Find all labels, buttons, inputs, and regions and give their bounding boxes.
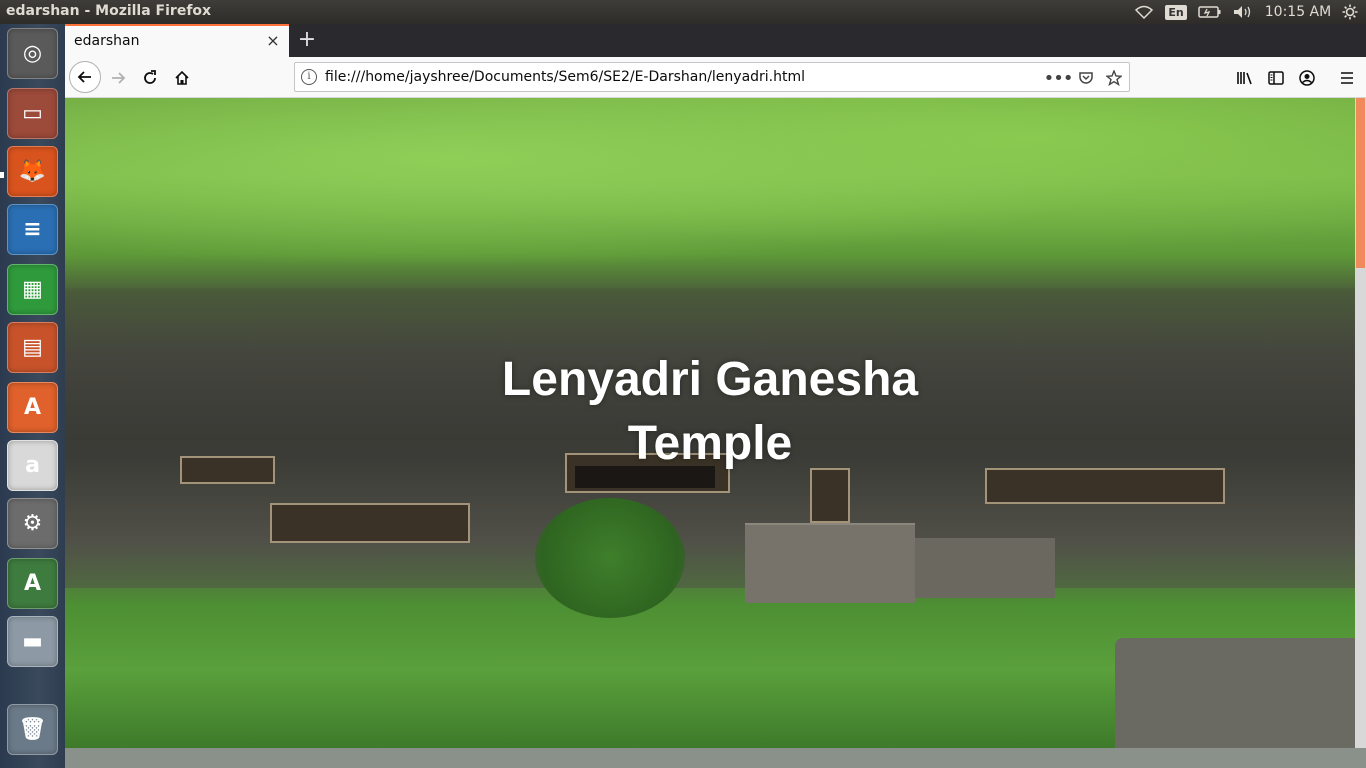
arrow-right-icon <box>112 72 126 84</box>
close-tab-icon[interactable]: × <box>263 31 283 51</box>
home-button[interactable] <box>167 63 197 93</box>
launcher-ubuntu-software-icon[interactable]: A <box>7 382 58 433</box>
back-button[interactable] <box>69 61 101 93</box>
scrollbar-thumb[interactable] <box>1356 98 1365 268</box>
launcher-firefox-icon[interactable]: 🦊 <box>7 146 58 197</box>
sidebar-button[interactable] <box>1261 63 1291 93</box>
battery-icon[interactable] <box>1197 0 1223 24</box>
home-icon <box>175 70 189 85</box>
account-icon <box>1299 70 1315 86</box>
launcher-libreoffice-writer-icon[interactable]: ≡ <box>7 204 58 255</box>
cave-opening <box>270 503 470 543</box>
library-button[interactable] <box>1230 63 1260 93</box>
keyboard-layout-label: En <box>1165 4 1187 20</box>
hero-image: Lenyadri Ganesha Temple <box>65 98 1355 748</box>
url-text[interactable]: file:///home/jayshree/Documents/Sem6/SE2… <box>325 69 805 85</box>
navigation-toolbar: i file:///home/jayshree/Documents/Sem6/S… <box>65 57 1366 98</box>
arrow-left-icon <box>77 71 91 83</box>
window-title: edarshan - Mozilla Firefox <box>6 3 212 19</box>
clock[interactable]: 10:15 AM <box>1262 0 1334 24</box>
library-icon <box>1237 72 1252 85</box>
page-scrollbar[interactable] <box>1355 98 1366 748</box>
hamburger-menu-button[interactable] <box>1332 63 1362 93</box>
launcher-files-icon[interactable]: ▭ <box>7 88 58 139</box>
cave-opening <box>180 456 275 484</box>
cave-opening <box>985 468 1225 504</box>
stone-steps <box>915 538 1055 598</box>
volume-icon[interactable] <box>1232 0 1254 24</box>
sidebar-icon <box>1268 71 1284 85</box>
launcher-software-updater-icon[interactable]: A <box>7 558 58 609</box>
power-gear-icon[interactable] <box>1338 0 1362 24</box>
url-bar[interactable]: i file:///home/jayshree/Documents/Sem6/S… <box>294 62 1130 92</box>
page-actions-menu-icon[interactable]: ••• <box>1044 67 1074 89</box>
running-app-indicator <box>0 172 4 178</box>
launcher-trash-icon[interactable]: 🗑 <box>7 704 58 755</box>
stone-wall <box>745 523 915 603</box>
hero-title: Lenyadri Ganesha Temple <box>501 353 919 470</box>
page-content: Lenyadri Ganesha Temple <box>65 98 1366 768</box>
launcher-libreoffice-impress-icon[interactable]: ▤ <box>7 322 58 373</box>
wifi-icon[interactable] <box>1133 0 1155 24</box>
launcher-amazon-icon[interactable]: a <box>7 440 58 491</box>
tab-title: edarshan <box>74 33 140 49</box>
lower-rocks <box>1115 638 1355 748</box>
launcher-libreoffice-calc-icon[interactable]: ▦ <box>7 264 58 315</box>
bookmark-star-icon[interactable] <box>1103 67 1125 89</box>
tab-edarshan[interactable]: edarshan × <box>65 24 289 57</box>
top-panel: edarshan - Mozilla Firefox En 10:15 AM <box>0 0 1366 24</box>
hamburger-menu-icon <box>1341 72 1353 84</box>
page-footer-strip <box>65 748 1366 768</box>
keyboard-layout-indicator[interactable]: En <box>1165 0 1187 24</box>
tab-bar: edarshan × + <box>65 24 1366 57</box>
launcher-dash-home-icon[interactable]: ◎ <box>7 28 58 79</box>
account-button[interactable] <box>1292 63 1322 93</box>
launcher-disk-icon[interactable]: ▬ <box>7 616 58 667</box>
tree <box>535 498 685 618</box>
forward-button[interactable] <box>103 63 133 93</box>
launcher: ◎ ▭ 🦊 ≡ ▦ ▤ Aa ⚙ A ▬ 🗑 <box>0 24 65 768</box>
new-tab-button[interactable]: + <box>295 28 319 52</box>
site-info-icon[interactable]: i <box>301 69 317 85</box>
reload-button[interactable] <box>135 63 165 93</box>
cave-opening <box>810 468 850 523</box>
hero-hill-area <box>65 98 1355 298</box>
launcher-system-settings-icon[interactable]: ⚙ <box>7 498 58 549</box>
pocket-icon[interactable] <box>1075 67 1097 89</box>
reload-icon <box>144 70 156 84</box>
